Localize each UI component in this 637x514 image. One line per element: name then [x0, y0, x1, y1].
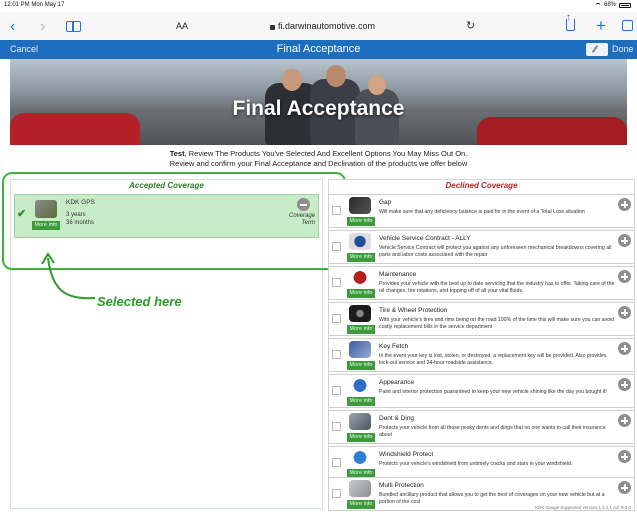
checkbox[interactable]	[332, 386, 341, 395]
product-description: In the event your key is lost, stolen, o…	[379, 353, 607, 366]
status-indicators: 68%	[594, 2, 631, 8]
url-text: fi.darwinautomotive.com	[278, 21, 376, 31]
more-info-button[interactable]: More info	[347, 500, 375, 509]
product-name: Appearance	[379, 379, 415, 386]
declined-item-dent-ding[interactable]: More info Dent & Ding Protects your vehi…	[328, 410, 635, 444]
add-icon[interactable]	[618, 306, 631, 319]
hero-banner: Final Acceptance	[10, 59, 627, 145]
intro-line-2: Review and confirm your Final Acceptance…	[169, 159, 468, 168]
hero-person-head	[326, 65, 346, 87]
more-info-button[interactable]: More info	[347, 433, 375, 442]
more-info-button[interactable]: More info	[347, 289, 375, 298]
hero-person-head	[368, 75, 386, 95]
more-info-button[interactable]: More info	[347, 397, 375, 406]
selected-annotation: Selected here	[97, 294, 182, 309]
product-image-tire	[349, 305, 371, 322]
product-name: Gap	[379, 199, 392, 206]
declined-item-appearance[interactable]: More info Appearance Paint and interior …	[328, 374, 635, 408]
battery-icon	[619, 2, 631, 8]
product-description: Provides your vehicle with the best up t…	[379, 281, 615, 294]
more-info-button[interactable]: More info	[347, 325, 375, 334]
intro-text: Test, Review The Products You've Selecte…	[0, 149, 637, 169]
text-size-button[interactable]: AA	[176, 21, 188, 31]
declined-item-key-fetch[interactable]: More info Key Fetch In the event your ke…	[328, 338, 635, 372]
product-description: Protects your vehicle from all those pes…	[379, 425, 606, 438]
more-info-button[interactable]: More info	[347, 361, 375, 370]
annotation-arrow-icon	[41, 252, 96, 300]
product-description: With your vehicle's tires and rims being…	[379, 317, 615, 330]
product-description: Protects your vehicle's windshield from …	[379, 461, 573, 467]
product-image-multi	[349, 480, 371, 497]
tabs-icon[interactable]	[622, 20, 633, 31]
checkbox[interactable]	[332, 458, 341, 467]
checkbox[interactable]	[332, 278, 341, 287]
add-icon[interactable]	[618, 450, 631, 463]
share-icon[interactable]	[566, 12, 575, 31]
checkbox[interactable]	[332, 206, 341, 215]
back-icon[interactable]: ‹	[10, 18, 15, 36]
product-description: Paint and interior protection guaranteed…	[379, 389, 607, 395]
new-tab-icon[interactable]: +	[596, 16, 606, 36]
add-icon[interactable]	[618, 414, 631, 427]
product-image-key	[349, 341, 371, 358]
product-description: Bundled ancillary product that allows yo…	[379, 492, 605, 505]
checkbox[interactable]	[332, 314, 341, 323]
checkbox[interactable]	[332, 422, 341, 431]
add-icon[interactable]	[618, 342, 631, 355]
add-icon[interactable]	[618, 270, 631, 283]
add-icon[interactable]	[618, 481, 631, 494]
declined-item-windshield[interactable]: More info Windshield Protect Protects yo…	[328, 446, 635, 480]
wifi-icon	[594, 2, 601, 8]
hero-car-right	[477, 117, 627, 145]
bookmarks-icon[interactable]	[66, 21, 81, 32]
checkbox[interactable]	[332, 350, 341, 359]
app-header: Cancel Final Acceptance Done	[0, 40, 637, 59]
product-name: Vehicle Service Contract - ALLY	[379, 235, 471, 242]
more-info-button[interactable]: More info	[347, 253, 375, 262]
product-image-dent	[349, 413, 371, 430]
product-name: Dent & Ding	[379, 415, 415, 422]
checkbox[interactable]	[332, 489, 341, 498]
product-name: Tire & Wheel Protection	[379, 307, 448, 314]
product-description: Will make sure that any deficiency balan…	[379, 209, 585, 215]
intro-line-1: Test, Review The Products You've Selecte…	[0, 149, 637, 159]
product-image-appearance	[349, 377, 371, 394]
product-image-windshield	[349, 449, 371, 466]
product-description: Vehicle Service Contract will protect yo…	[379, 245, 612, 258]
product-image-gap	[349, 197, 371, 214]
hero-caption: Final Acceptance	[232, 97, 405, 120]
page: 12:01 PM Mon May 17 68% ‹ › AA fi.darwin…	[0, 0, 637, 514]
footer-version: KDK Gauge Supported version:1.3.1.1 Ad: …	[535, 505, 631, 510]
declined-item-vsc[interactable]: More info Vehicle Service Contract - ALL…	[328, 230, 635, 264]
customer-name: Test	[169, 149, 185, 158]
status-time: 12:01 PM Mon May 17	[4, 2, 65, 8]
browser-toolbar: ‹ › AA fi.darwinautomotive.com ↻ +	[0, 12, 637, 40]
product-name: Multi Protection	[379, 482, 424, 489]
product-name: Windshield Protect	[379, 451, 434, 458]
product-name: Maintenance	[379, 271, 417, 278]
add-icon[interactable]	[618, 198, 631, 211]
signature-icon[interactable]	[586, 43, 608, 56]
checkbox[interactable]	[332, 242, 341, 251]
done-button[interactable]: Done	[612, 44, 634, 54]
add-icon[interactable]	[618, 378, 631, 391]
declined-item-maintenance[interactable]: More info Maintenance Provides your vehi…	[328, 266, 635, 300]
address-bar[interactable]: fi.darwinautomotive.com	[270, 21, 375, 31]
add-icon[interactable]	[618, 234, 631, 247]
declined-heading: Declined Coverage	[445, 181, 518, 190]
product-image-vsc	[349, 233, 371, 250]
hero-person-head	[282, 69, 302, 91]
status-bar: 12:01 PM Mon May 17 68%	[0, 0, 637, 12]
forward-icon[interactable]: ›	[40, 18, 45, 36]
battery-percent: 68%	[603, 2, 616, 8]
intro-line-1-rest: , Review The Products You've Selected An…	[184, 149, 468, 158]
product-name: Key Fetch	[379, 343, 409, 350]
lock-icon	[270, 24, 275, 30]
page-title: Final Acceptance	[276, 43, 361, 55]
declined-item-tire-wheel[interactable]: More info Tire & Wheel Protection With y…	[328, 302, 635, 336]
reload-icon[interactable]: ↻	[466, 19, 475, 32]
more-info-button[interactable]: More info	[347, 217, 375, 226]
declined-item-gap[interactable]: More info Gap Will make sure that any de…	[328, 194, 635, 228]
product-image-maintenance	[349, 269, 371, 286]
